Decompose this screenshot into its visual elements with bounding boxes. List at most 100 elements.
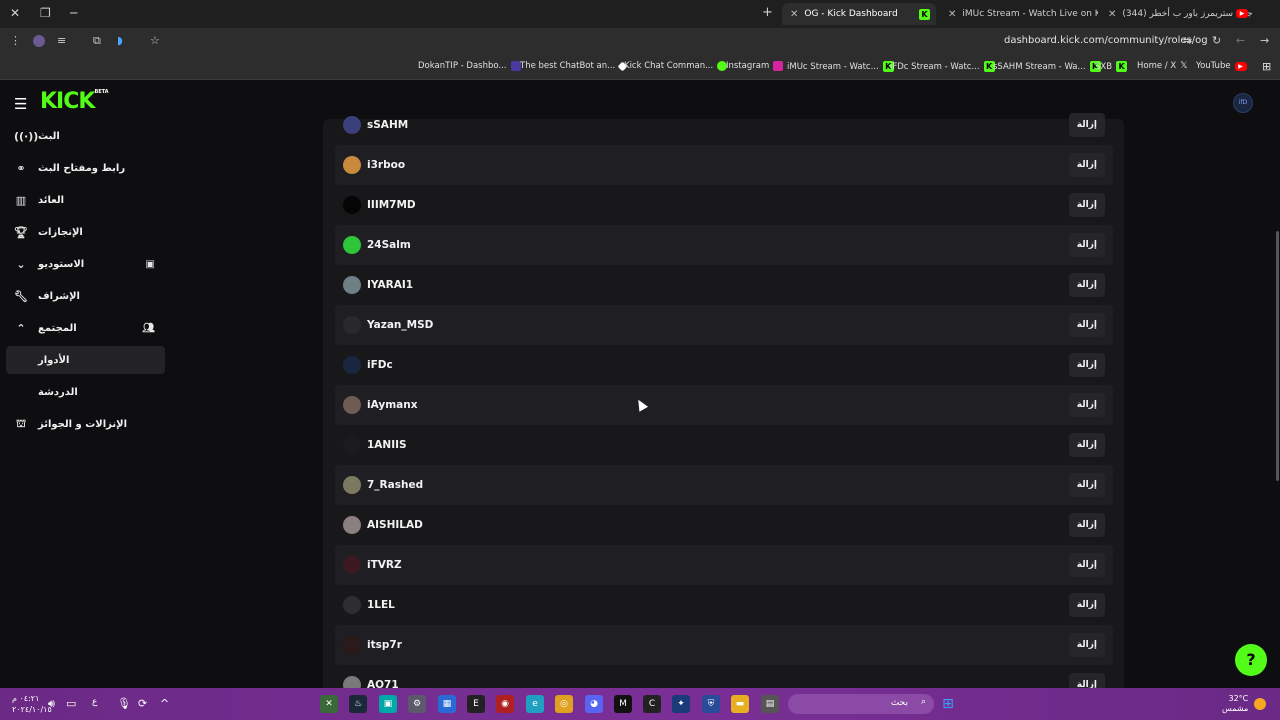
tab-youtube[interactable]: ✕ (344) فاجات ستريمرز باور ب أخطر ▶	[1100, 3, 1252, 25]
app-icon[interactable]: ▣	[379, 695, 397, 713]
page-scrollbar[interactable]	[1276, 231, 1279, 481]
sidebar-item-studio[interactable]: ⌄ الاستوديو ▣	[6, 250, 165, 278]
settings-app-icon[interactable]: ⚙	[408, 695, 426, 713]
remove-member-button[interactable]: إزالة	[1068, 113, 1105, 137]
remove-member-button[interactable]: إزالة	[1068, 273, 1105, 297]
bookmark-ssahm-stream[interactable]: sSAHM Stream - Wa... K	[993, 61, 1101, 72]
speaker-icon[interactable]: 🔊︎	[48, 697, 55, 711]
epic-games-icon[interactable]: E	[467, 695, 485, 713]
sort-icon[interactable]: ≡	[57, 34, 66, 47]
remove-member-button[interactable]: إزالة	[1068, 673, 1105, 688]
chrome-app-icon[interactable]: ◎	[555, 695, 573, 713]
logo-badge: BETA	[94, 89, 109, 95]
bookmark-label: Kick Chat Comman...	[624, 61, 714, 71]
restore-window-icon[interactable]: ❐	[40, 6, 51, 20]
bookmark-chatbot[interactable]: The best ChatBot an...	[520, 61, 628, 71]
app-icon[interactable]: ✦	[672, 695, 690, 713]
bookmark-label: The best ChatBot an...	[520, 61, 616, 71]
clock[interactable]: ٠٤:٢١ م ٢٠٢٤/١٠/١٥	[12, 693, 52, 715]
sound-icon[interactable]: ◗	[117, 34, 123, 47]
cod-game-icon[interactable]: C	[643, 695, 661, 713]
member-avatar	[343, 516, 361, 534]
profile-icon[interactable]	[33, 35, 45, 47]
remove-member-button[interactable]: إزالة	[1068, 473, 1105, 497]
member-avatar	[343, 156, 361, 174]
close-tab-icon[interactable]: ✕	[948, 9, 956, 20]
remove-member-button[interactable]: إزالة	[1068, 193, 1105, 217]
mw-game-icon[interactable]: M	[614, 695, 632, 713]
tab-imuc-stream[interactable]: ✕ iMUc Stream - Watch Live on K	[940, 3, 1098, 25]
remove-member-button[interactable]: إزالة	[1068, 393, 1105, 417]
bookmark-youtube[interactable]: YouTube ▶	[1196, 61, 1247, 71]
discord-app-icon[interactable]: ◕	[585, 695, 603, 713]
taskbar-search[interactable]: بحث ⌕	[788, 694, 934, 714]
remove-member-button[interactable]: إزالة	[1068, 553, 1105, 577]
bookmark-ifdc-stream[interactable]: iFDc Stream - Watc... K	[890, 61, 995, 72]
tab-kick-dashboard[interactable]: ✕ OG - Kick Dashboard K	[782, 3, 936, 25]
sidebar-item-stream[interactable]: ((·)) البث	[6, 122, 165, 150]
close-tab-icon[interactable]: ✕	[1108, 9, 1116, 20]
address-bar[interactable]: dashboard.kick.com/community/roles/og	[1004, 35, 1208, 46]
file-explorer-icon[interactable]: ▬	[731, 695, 749, 713]
hamburger-menu-icon[interactable]: ☰	[14, 95, 27, 113]
app-icon[interactable]: ▤	[761, 695, 779, 713]
xbox-app-icon[interactable]: ✕	[320, 695, 338, 713]
remove-member-button[interactable]: إزالة	[1068, 433, 1105, 457]
sidebar-item-label: المجتمع	[38, 322, 77, 334]
sidebar-item-roles[interactable]: الأدوار	[6, 346, 165, 374]
remove-member-button[interactable]: إزالة	[1068, 153, 1105, 177]
remove-member-button[interactable]: إزالة	[1068, 633, 1105, 657]
sidebar-item-label: رابط ومفتاح البث	[38, 162, 126, 174]
remove-member-button[interactable]: إزالة	[1068, 233, 1105, 257]
microphone-icon[interactable]: 🎙︎	[117, 697, 131, 710]
bookmark-imuc-stream[interactable]: iMUc Stream - Watc... K	[787, 61, 894, 72]
bookmark-dokantip[interactable]: DokanTIP - Dashbo...	[418, 61, 521, 71]
network-icon[interactable]: ▭	[66, 697, 76, 710]
tray-app-icon[interactable]: ⟳	[138, 697, 147, 710]
forward-icon[interactable]: ←	[1236, 34, 1245, 47]
sidebar-item-drops[interactable]: ⛫ الإنزالات و الجوائز	[6, 410, 165, 438]
member-avatar	[343, 316, 361, 334]
member-username: iFDc	[367, 359, 393, 371]
tray-expand-icon[interactable]: ^	[160, 697, 169, 710]
help-chat-button[interactable]: ?	[1235, 644, 1267, 676]
weather-widget[interactable]: 32°C مشمس	[1222, 694, 1248, 714]
member-username: AISHILAD	[367, 519, 423, 531]
edge-app-icon[interactable]: e	[526, 695, 544, 713]
shield-app-icon[interactable]: ⛨	[702, 695, 720, 713]
bookmark-kick-chat-commands[interactable]: Kick Chat Comman...	[624, 61, 728, 71]
back-icon[interactable]: →	[1260, 34, 1269, 47]
new-tab-icon[interactable]: +	[762, 5, 773, 20]
bookmark-instagram[interactable]: Instagram	[726, 61, 784, 71]
extensions-icon[interactable]: ⧉	[93, 34, 101, 48]
language-indicator[interactable]: ع	[92, 697, 97, 707]
remove-member-button[interactable]: إزالة	[1068, 313, 1105, 337]
steam-app-icon[interactable]: ♨	[349, 695, 367, 713]
bookmark-star-icon[interactable]: ☆	[150, 34, 160, 47]
menu-dots-icon[interactable]: ⋮	[10, 34, 21, 47]
store-app-icon[interactable]: ▦	[438, 695, 456, 713]
member-username: 7_Rashed	[367, 479, 424, 491]
bookmark-home-x[interactable]: Home / X 𝕏	[1137, 61, 1187, 71]
sidebar-item-achievements[interactable]: 🏆︎ الإنجازات	[6, 218, 165, 246]
close-window-icon[interactable]: ✕	[10, 6, 20, 20]
sidebar-item-stream-key[interactable]: ⚭ رابط ومفتاح البث	[6, 154, 165, 182]
close-tab-icon[interactable]: ✕	[790, 9, 798, 20]
member-username: IIIM7MD	[367, 199, 416, 211]
kick-logo[interactable]: KICKBETA	[40, 89, 109, 114]
bookmark-sxb[interactable]: SXB K	[1095, 61, 1128, 72]
sidebar-item-moderation[interactable]: 🔧︎ الإشراف	[6, 282, 165, 310]
sidebar-item-community[interactable]: ⌃ المجتمع 👥︎	[6, 314, 165, 342]
remove-member-button[interactable]: إزالة	[1068, 513, 1105, 537]
user-avatar[interactable]: ifD	[1233, 93, 1253, 113]
minimize-window-icon[interactable]: ─	[70, 6, 77, 20]
windows-start-icon[interactable]: ⊞	[939, 695, 957, 713]
remove-member-button[interactable]: إزالة	[1068, 593, 1105, 617]
remove-member-button[interactable]: إزالة	[1068, 353, 1105, 377]
site-settings-icon[interactable]: ⇋	[1183, 34, 1192, 47]
reload-icon[interactable]: ↻	[1212, 34, 1221, 47]
game-app-icon[interactable]: ◉	[496, 695, 514, 713]
sidebar-item-revenue[interactable]: ▥ العائد	[6, 186, 165, 214]
sidebar-item-chat[interactable]: الدردشة	[6, 378, 165, 406]
apps-grid-icon[interactable]: ⊞	[1262, 60, 1271, 73]
